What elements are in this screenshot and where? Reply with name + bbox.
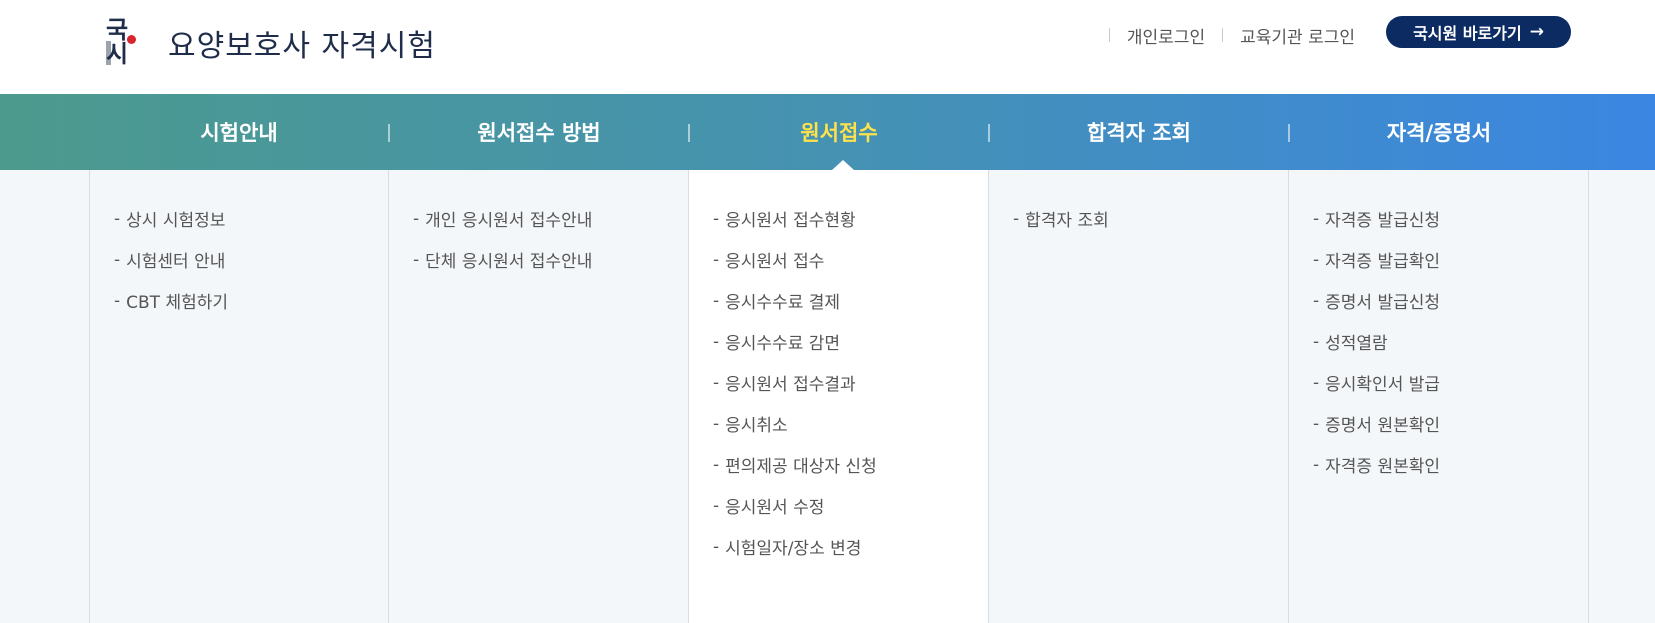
submenu-certificates: - 자격증 발급신청 - 자격증 발급확인 - 증명서 발급신청 - 성적열람 - 응시확… bbox=[1288, 170, 1589, 623]
submenu-item[interactable]: - 응시수수료 결제 bbox=[713, 280, 988, 321]
submenu-label: 상시 시험정보 bbox=[126, 211, 226, 231]
site-logo[interactable]: 국 시 요양보호사 자격시험 bbox=[106, 16, 436, 68]
submenu-item[interactable]: - 상시 시험정보 bbox=[114, 198, 389, 239]
shortcut-label: 국시원 바로가기 bbox=[1413, 24, 1522, 43]
divider bbox=[1222, 28, 1224, 42]
submenu-label: CBT 체험하기 bbox=[126, 293, 229, 313]
dash-icon: - bbox=[1313, 454, 1320, 475]
dash-icon: - bbox=[1313, 331, 1320, 352]
dropdown-panel: - 상시 시험정보 - 시험센터 안내 - CBT 체험하기 - 개인 응시원서 접수안… bbox=[0, 170, 1655, 623]
nav-pass-lookup[interactable]: 합격자 조회 bbox=[989, 94, 1289, 170]
dash-icon: - bbox=[1313, 290, 1320, 311]
submenu-label: 응시원서 수정 bbox=[725, 498, 825, 518]
dash-icon: - bbox=[1313, 249, 1320, 270]
submenu-label: 자격증 발급신청 bbox=[1325, 211, 1441, 231]
arrow-right-icon: → bbox=[1529, 22, 1544, 42]
dash-icon: - bbox=[1313, 208, 1320, 229]
dash-icon: - bbox=[713, 413, 720, 434]
submenu-label: 응시원서 접수결과 bbox=[725, 375, 856, 395]
dash-icon: - bbox=[114, 208, 121, 229]
submenu-item[interactable]: - 응시원서 접수 bbox=[713, 239, 988, 280]
submenu-item[interactable]: - 응시원서 접수결과 bbox=[713, 362, 988, 403]
submenu-label: 성적열람 bbox=[1325, 334, 1388, 354]
dash-icon: - bbox=[1313, 372, 1320, 393]
submenu-label: 단체 응시원서 접수안내 bbox=[425, 252, 593, 272]
logo-mark-bottom: 시 bbox=[106, 40, 128, 68]
submenu-item[interactable]: - 시험일자/장소 변경 bbox=[713, 526, 988, 567]
dash-icon: - bbox=[713, 495, 720, 516]
submenu-label: 자격증 발급확인 bbox=[1325, 252, 1441, 272]
submenu-list: - 응시원서 접수현황 - 응시원서 접수 - 응시수수료 결제 - 응시수수료 감면 … bbox=[689, 170, 988, 567]
submenu-application: - 응시원서 접수현황 - 응시원서 접수 - 응시수수료 결제 - 응시수수료 감면 … bbox=[688, 170, 988, 623]
submenu-application-method: - 개인 응시원서 접수안내 - 단체 응시원서 접수안내 bbox=[388, 170, 688, 623]
kuksiwon-logo-icon: 국 시 bbox=[106, 16, 152, 68]
submenu-item[interactable]: - 자격증 원본확인 bbox=[1313, 444, 1588, 485]
submenu-label: 응시수수료 결제 bbox=[725, 293, 841, 313]
utility-links: 개인로그인 교육기관 로그인 bbox=[1092, 20, 1355, 50]
dash-icon: - bbox=[713, 536, 720, 557]
submenu-item[interactable]: - 자격증 발급신청 bbox=[1313, 198, 1588, 239]
submenu-label: 응시수수료 감면 bbox=[725, 334, 841, 354]
submenu-item[interactable]: - 증명서 원본확인 bbox=[1313, 403, 1588, 444]
institution-login-link[interactable]: 교육기관 로그인 bbox=[1240, 23, 1355, 48]
kuksiwon-shortcut-button[interactable]: 국시원 바로가기 → bbox=[1386, 16, 1571, 48]
submenu-list: - 상시 시험정보 - 시험센터 안내 - CBT 체험하기 bbox=[90, 170, 389, 321]
submenu-label: 증명서 발급신청 bbox=[1325, 293, 1441, 313]
site-title: 요양보호사 자격시험 bbox=[168, 29, 436, 64]
submenu-exam-guide: - 상시 시험정보 - 시험센터 안내 - CBT 체험하기 bbox=[89, 170, 389, 623]
submenu-item[interactable]: - 단체 응시원서 접수안내 bbox=[413, 239, 688, 280]
submenu-item[interactable]: - 응시원서 수정 bbox=[713, 485, 988, 526]
submenu-label: 응시확인서 발급 bbox=[1325, 375, 1441, 395]
nav-application-method[interactable]: 원서접수 방법 bbox=[389, 94, 689, 170]
main-navigation: 시험안내 원서접수 방법 원서접수 합격자 조회 자격/증명서 bbox=[0, 94, 1655, 170]
submenu-item[interactable]: - 자격증 발급확인 bbox=[1313, 239, 1588, 280]
dash-icon: - bbox=[713, 249, 720, 270]
submenu-label: 합격자 조회 bbox=[1025, 211, 1109, 231]
submenu-list: - 자격증 발급신청 - 자격증 발급확인 - 증명서 발급신청 - 성적열람 - 응시확… bbox=[1289, 170, 1588, 485]
dash-icon: - bbox=[1013, 208, 1020, 229]
submenu-label: 시험일자/장소 변경 bbox=[725, 539, 862, 559]
dash-icon: - bbox=[713, 454, 720, 475]
dash-icon: - bbox=[114, 249, 121, 270]
submenu-item[interactable]: - 응시확인서 발급 bbox=[1313, 362, 1588, 403]
active-menu-caret-icon bbox=[832, 160, 854, 170]
submenu-item[interactable]: - 응시취소 bbox=[713, 403, 988, 444]
dash-icon: - bbox=[413, 208, 420, 229]
submenu-list: - 합격자 조회 bbox=[989, 170, 1288, 239]
divider bbox=[1108, 28, 1110, 42]
submenu-item[interactable]: - 개인 응시원서 접수안내 bbox=[413, 198, 688, 239]
nav-exam-guide[interactable]: 시험안내 bbox=[89, 94, 389, 170]
submenu-label: 증명서 원본확인 bbox=[1325, 416, 1441, 436]
submenu-label: 응시취소 bbox=[725, 416, 788, 436]
dash-icon: - bbox=[713, 372, 720, 393]
site-header: 국 시 요양보호사 자격시험 개인로그인 교육기관 로그인 국시원 바로가기 → bbox=[0, 0, 1655, 94]
dash-icon: - bbox=[114, 290, 121, 311]
submenu-item[interactable]: - 합격자 조회 bbox=[1013, 198, 1288, 239]
submenu-item[interactable]: - 응시수수료 감면 bbox=[713, 321, 988, 362]
submenu-pass-lookup: - 합격자 조회 bbox=[988, 170, 1288, 623]
dash-icon: - bbox=[713, 331, 720, 352]
submenu-item[interactable]: - 증명서 발급신청 bbox=[1313, 280, 1588, 321]
nav-application[interactable]: 원서접수 bbox=[689, 94, 989, 170]
submenu-label: 편의제공 대상자 신청 bbox=[725, 457, 877, 477]
logo-red-dot bbox=[127, 35, 136, 44]
submenu-list: - 개인 응시원서 접수안내 - 단체 응시원서 접수안내 bbox=[389, 170, 688, 280]
submenu-label: 응시원서 접수 bbox=[725, 252, 825, 272]
submenu-item[interactable]: - 응시원서 접수현황 bbox=[713, 198, 988, 239]
dash-icon: - bbox=[413, 249, 420, 270]
submenu-label: 자격증 원본확인 bbox=[1325, 457, 1441, 477]
submenu-label: 개인 응시원서 접수안내 bbox=[425, 211, 593, 231]
dash-icon: - bbox=[1313, 413, 1320, 434]
dash-icon: - bbox=[713, 208, 720, 229]
submenu-item[interactable]: - 편의제공 대상자 신청 bbox=[713, 444, 988, 485]
submenu-label: 시험센터 안내 bbox=[126, 252, 226, 272]
dash-icon: - bbox=[713, 290, 720, 311]
submenu-label: 응시원서 접수현황 bbox=[725, 211, 856, 231]
submenu-item[interactable]: - CBT 체험하기 bbox=[114, 280, 389, 321]
nav-certificates[interactable]: 자격/증명서 bbox=[1289, 94, 1589, 170]
personal-login-link[interactable]: 개인로그인 bbox=[1127, 23, 1205, 48]
submenu-item[interactable]: - 시험센터 안내 bbox=[114, 239, 389, 280]
logo-mark-top: 국 bbox=[106, 16, 128, 44]
submenu-item[interactable]: - 성적열람 bbox=[1313, 321, 1588, 362]
